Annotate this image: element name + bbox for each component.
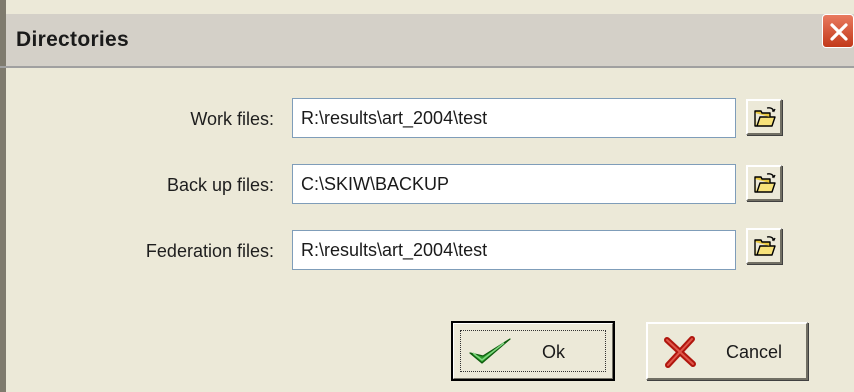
window-top-strip — [6, 0, 854, 14]
federation-files-label: Federation files: — [145, 241, 274, 261]
federation-files-input[interactable] — [292, 230, 736, 270]
x-mark-icon — [664, 336, 696, 368]
ok-button-label: Ok — [542, 342, 566, 362]
work-files-label: Work files: — [190, 109, 274, 129]
close-button[interactable] — [822, 14, 854, 48]
open-folder-icon — [754, 107, 776, 127]
open-folder-icon — [754, 173, 776, 193]
checkmark-icon — [469, 338, 511, 364]
cancel-button-label: Cancel — [726, 342, 783, 362]
close-icon — [830, 23, 848, 41]
work-files-input[interactable] — [292, 98, 736, 138]
work-files-browse-button[interactable] — [746, 99, 782, 135]
window-title: Directories — [16, 28, 130, 51]
backup-files-label: Back up files: — [166, 175, 274, 195]
backup-files-input[interactable] — [292, 164, 736, 204]
ok-button[interactable]: Ok — [451, 321, 615, 381]
title-bar[interactable]: Directories — [6, 14, 854, 67]
backup-files-browse-button[interactable] — [746, 165, 782, 201]
directories-dialog: Directories Work files: Back up files: F… — [0, 0, 854, 392]
frame-divider — [0, 66, 854, 68]
federation-files-browse-button[interactable] — [746, 228, 782, 264]
open-folder-icon — [754, 236, 776, 256]
cancel-button[interactable]: Cancel — [646, 322, 808, 380]
